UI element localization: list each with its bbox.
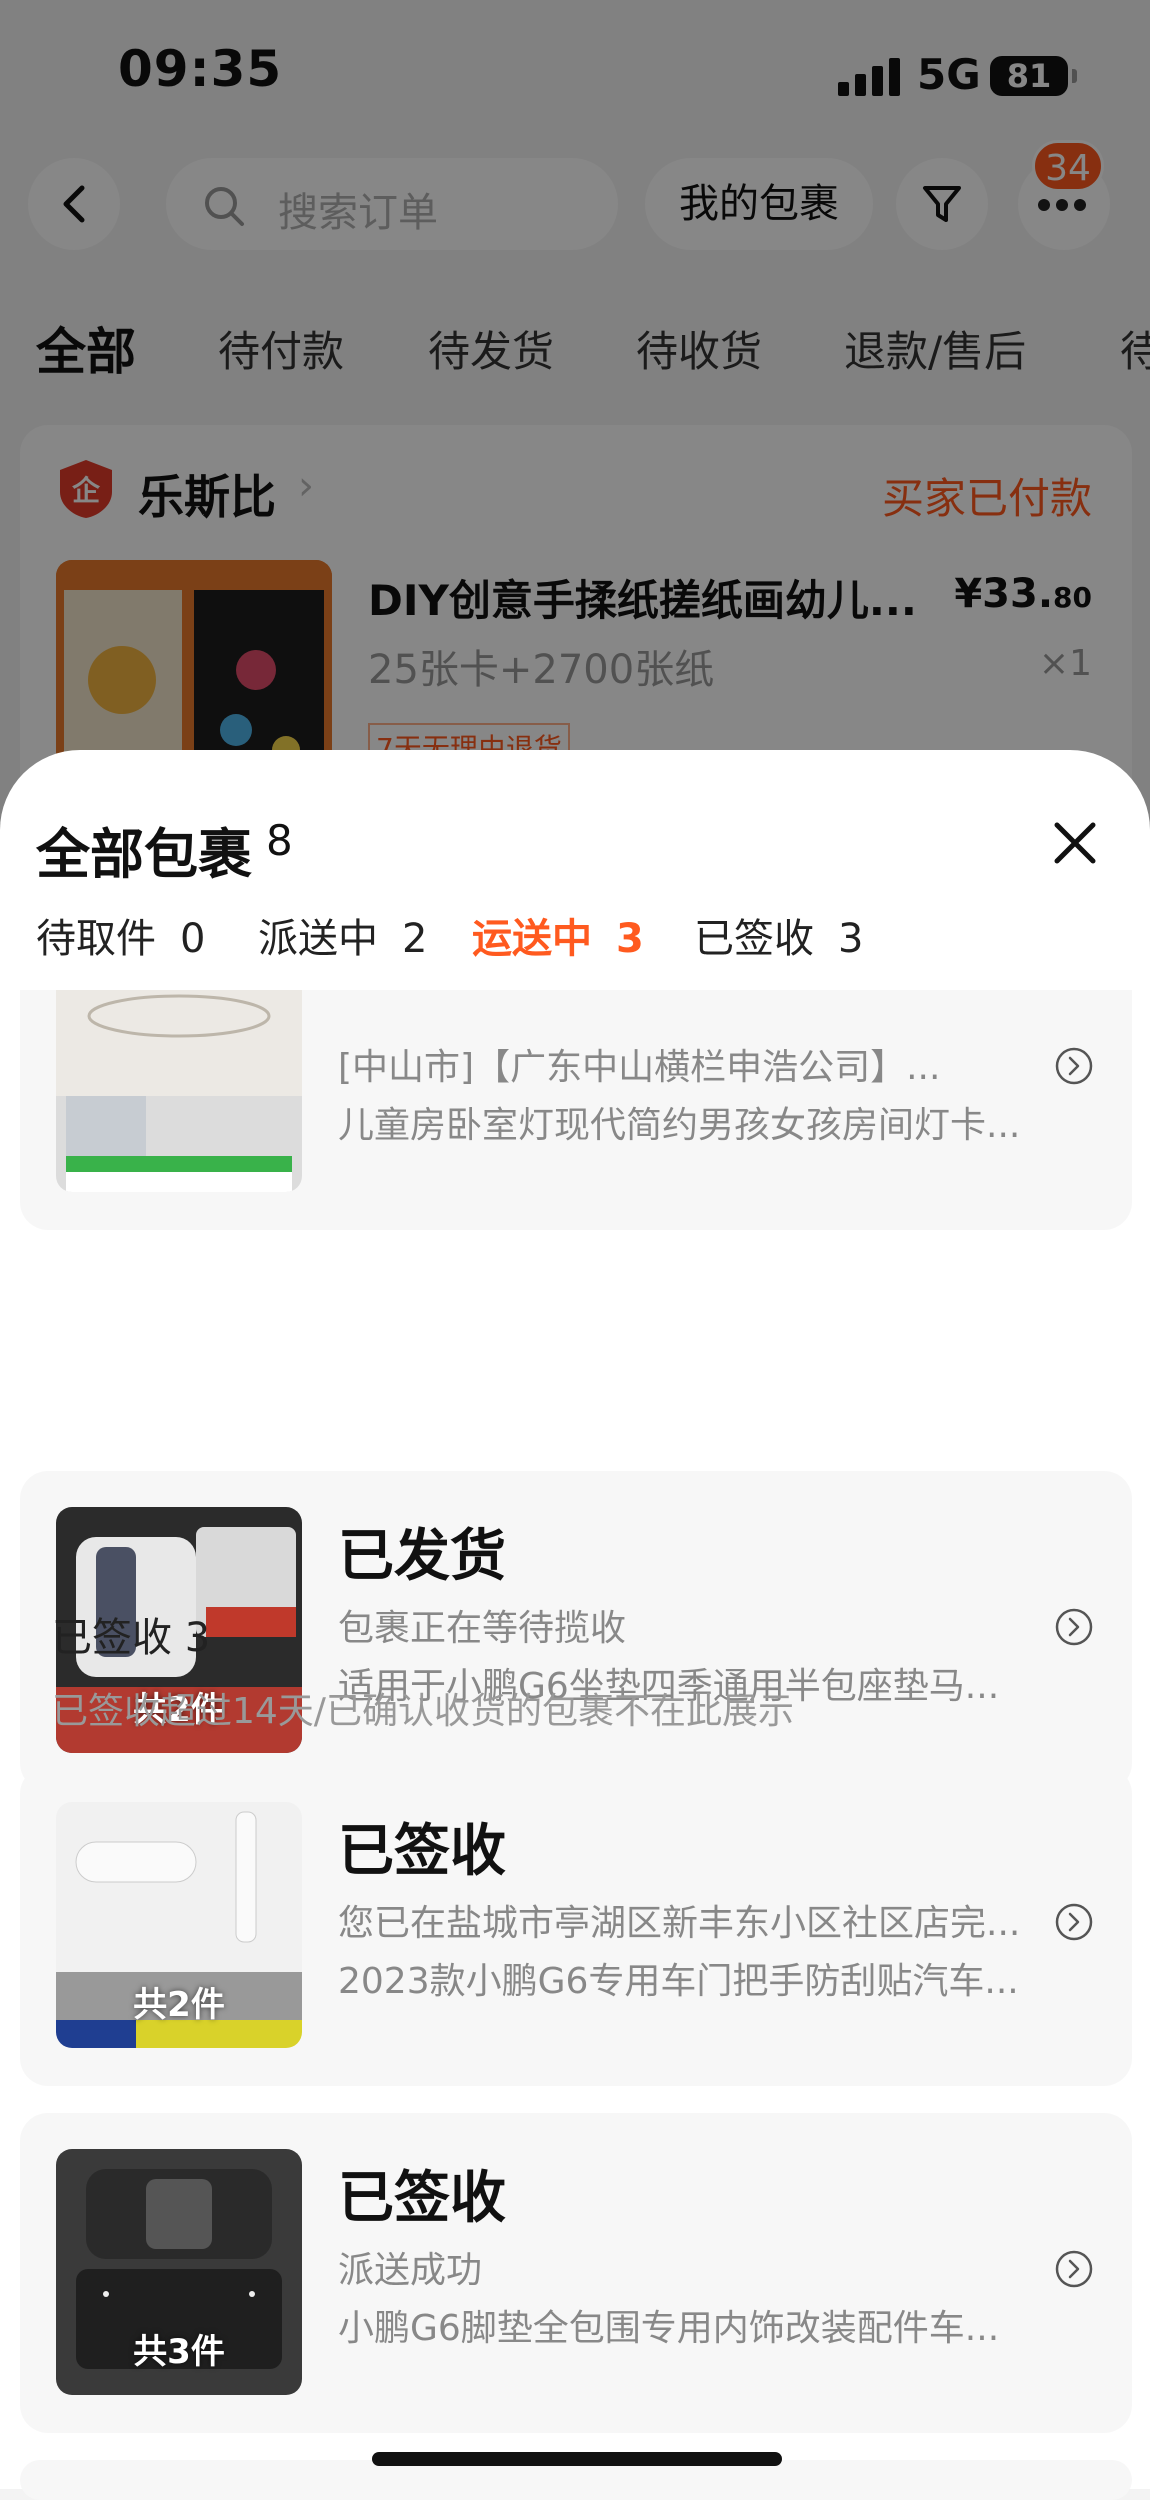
package-tracking: [中山市]【广东中山横栏申浩公司】... [338, 1047, 941, 1088]
package-image [56, 990, 302, 1192]
signed-section-title: 已签收 3 [52, 1615, 211, 1661]
package-image: 共3件 [56, 2149, 302, 2395]
package-product: 2023款小鹏G6专用车门把手防刮贴汽车... [338, 1961, 1019, 2002]
package-status-tabs: 待取件 0 派送中 2 运送中 3 已签收 3 [0, 906, 1150, 976]
tab-pickup[interactable]: 待取件 0 [36, 906, 205, 964]
package-status: 已签收 [338, 2166, 506, 2231]
package-tracking: 您已在盐城市亭湖区新丰东小区社区店完... [338, 1903, 1021, 1944]
package-status: 已发货 [338, 1524, 506, 1589]
tab-delivering[interactable]: 派送中 2 [258, 906, 427, 964]
close-icon[interactable] [1052, 820, 1098, 866]
sheet-count: 8 [266, 816, 293, 865]
chevron-circle-icon[interactable] [1054, 1902, 1094, 1942]
package-card[interactable]: 共2件 已签收 您已在盐城市亭湖区新丰东小区社区店完... 2023款小鹏G6专… [20, 1766, 1132, 2086]
home-indicator[interactable] [372, 2452, 782, 2466]
package-item-count: 共2件 [133, 1985, 225, 2025]
package-card-partial[interactable] [20, 2460, 1132, 2500]
package-product: 儿童房卧室灯现代简约男孩女孩房间灯卡... [338, 1105, 1021, 1146]
package-tracking: 包裹正在等待揽收 [338, 1608, 627, 1649]
package-product: 小鹏G6脚垫全包围专用内饰改装配件车... [338, 2308, 1000, 2349]
signed-section-note: 已签收超过14天/已确认收货的包裹不在此展示 [52, 1691, 794, 1732]
chevron-circle-icon[interactable] [1054, 2249, 1094, 2289]
chevron-circle-icon[interactable] [1054, 1607, 1094, 1647]
sheet-title: 全部包裹 [36, 823, 252, 886]
package-tracking: 派送成功 [338, 2250, 483, 2291]
chevron-circle-icon[interactable] [1054, 1046, 1094, 1086]
tab-in-transit[interactable]: 运送中 3 [472, 906, 644, 964]
tab-signed[interactable]: 已签收 3 [694, 906, 863, 964]
package-image: 共2件 [56, 1802, 302, 2048]
package-card[interactable]: [中山市]【广东中山横栏申浩公司】... 儿童房卧室灯现代简约男孩女孩房间灯卡.… [20, 990, 1132, 1230]
package-card[interactable]: 共3件 已签收 派送成功 小鹏G6脚垫全包围专用内饰改装配件车... [20, 2113, 1132, 2433]
package-status: 已签收 [338, 1819, 506, 1884]
package-item-count: 共3件 [133, 2332, 225, 2372]
